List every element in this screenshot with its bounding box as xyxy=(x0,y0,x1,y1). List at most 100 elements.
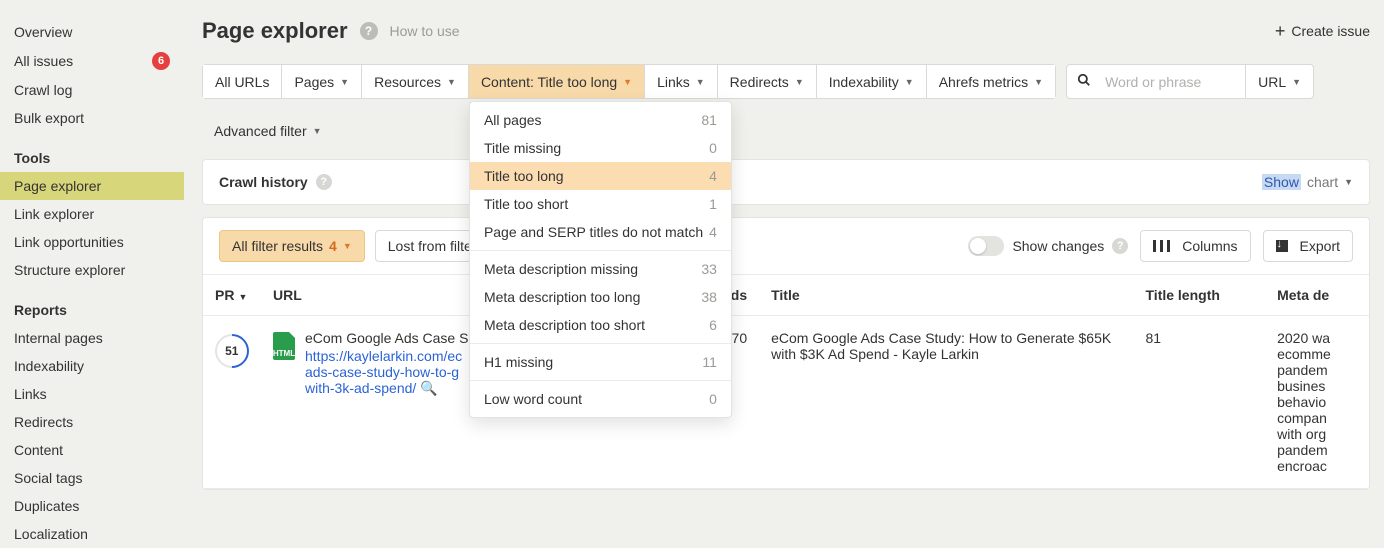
nav-links[interactable]: Links xyxy=(0,380,184,408)
filter-pages[interactable]: Pages▼ xyxy=(282,65,362,98)
show-changes-toggle[interactable]: Show changes ? xyxy=(968,236,1128,256)
dd-meta-too-short[interactable]: Meta description too short 6 xyxy=(470,311,731,339)
show-label: Show xyxy=(1262,174,1301,190)
nav-label: Internal pages xyxy=(14,330,103,346)
col-pr[interactable]: PR▼ xyxy=(203,275,261,316)
nav-label: Duplicates xyxy=(14,498,79,514)
dd-meta-missing[interactable]: Meta description missing33 xyxy=(470,255,731,283)
row-title-length: 81 xyxy=(1134,316,1266,489)
dd-count: 33 xyxy=(701,261,717,277)
results-table: PR▼ URL o. of content words Title Title … xyxy=(203,274,1369,489)
all-filter-results-chip[interactable]: All filter results 4 ▼ xyxy=(219,230,365,262)
chevron-down-icon: ▼ xyxy=(340,77,349,87)
columns-button[interactable]: Columns xyxy=(1140,230,1250,262)
filter-all-urls[interactable]: All URLs xyxy=(203,65,282,98)
row-url[interactable]: https://kaylelarkin.com/ec ads-case-stud… xyxy=(305,348,468,397)
chevron-down-icon: ▼ xyxy=(623,77,632,87)
dd-meta-too-long[interactable]: Meta description too long38 xyxy=(470,283,731,311)
dd-h1-missing[interactable]: H1 missing 11 xyxy=(470,348,731,376)
dd-count: 11 xyxy=(702,354,717,370)
export-button[interactable]: Export xyxy=(1263,230,1353,262)
nav-label: Overview xyxy=(14,24,72,40)
nav-overview[interactable]: Overview xyxy=(0,18,184,46)
dd-all-pages[interactable]: All pages 81 xyxy=(470,106,731,134)
filter-indexability[interactable]: Indexability▼ xyxy=(817,65,927,98)
nav-social-tags[interactable]: Social tags xyxy=(0,464,184,492)
create-issue-button[interactable]: + Create issue xyxy=(1275,22,1370,40)
help-icon[interactable]: ? xyxy=(316,174,332,190)
chevron-down-icon: ▼ xyxy=(795,77,804,87)
col-title-length[interactable]: Title length xyxy=(1134,275,1266,316)
nav-internal-pages[interactable]: Internal pages xyxy=(0,324,184,352)
nav-crawl-log[interactable]: Crawl log xyxy=(0,76,184,104)
search-scope-url[interactable]: URL▼ xyxy=(1245,65,1313,98)
nav-label: Links xyxy=(14,386,47,402)
filter-resources[interactable]: Resources▼ xyxy=(362,65,469,98)
columns-icon xyxy=(1153,240,1170,252)
dd-label: Title too short xyxy=(484,196,568,212)
dd-title-missing[interactable]: Title missing0 xyxy=(470,134,731,162)
dd-separator xyxy=(470,380,731,381)
url-text: https://kaylelarkin.com/ec ads-case-stud… xyxy=(305,348,462,396)
nav-all-issues[interactable]: All issues 6 xyxy=(0,46,184,76)
url-label: URL xyxy=(1258,74,1286,90)
toggle-switch[interactable] xyxy=(968,236,1004,256)
advanced-filter[interactable]: Advanced filter ▼ xyxy=(202,115,334,147)
nav-localization[interactable]: Localization xyxy=(0,520,184,548)
search-group: URL▼ xyxy=(1066,64,1314,99)
dd-serp-mismatch[interactable]: Page and SERP titles do not match4 xyxy=(470,218,731,246)
dd-label: Meta description too short xyxy=(484,317,645,333)
search-icon xyxy=(1067,65,1095,98)
dd-low-word-count[interactable]: Low word count0 xyxy=(470,385,731,413)
issues-badge: 6 xyxy=(152,52,170,70)
chevron-down-icon: ▼ xyxy=(696,77,705,87)
col-label: URL xyxy=(273,287,302,303)
nav-page-explorer[interactable]: Page explorer xyxy=(0,172,184,200)
how-to-use-link[interactable]: How to use xyxy=(390,23,460,39)
table-row[interactable]: 51 HTML eCom Google Ads Case S https://k… xyxy=(203,316,1369,489)
nav-indexability[interactable]: Indexability xyxy=(0,352,184,380)
search-input[interactable] xyxy=(1095,65,1245,98)
col-meta[interactable]: Meta de xyxy=(1265,275,1369,316)
filter-label: All URLs xyxy=(215,74,269,90)
nav-link-explorer[interactable]: Link explorer xyxy=(0,200,184,228)
chevron-down-icon: ▼ xyxy=(313,126,322,136)
dd-count: 4 xyxy=(709,224,717,240)
crawl-history-label: Crawl history xyxy=(219,174,308,190)
dd-title-too-short[interactable]: Title too short1 xyxy=(470,190,731,218)
nav-content[interactable]: Content xyxy=(0,436,184,464)
dd-separator xyxy=(470,250,731,251)
nav-label: Bulk export xyxy=(14,110,84,126)
dd-count: 0 xyxy=(709,140,717,156)
nav-label: Structure explorer xyxy=(14,262,125,278)
nav-link-opportunities[interactable]: Link opportunities xyxy=(0,228,184,256)
dd-label: All pages xyxy=(484,112,542,128)
nav-redirects[interactable]: Redirects xyxy=(0,408,184,436)
nav-label: Indexability xyxy=(14,358,84,374)
col-label: Meta de xyxy=(1277,287,1329,303)
dd-label: Low word count xyxy=(484,391,582,407)
chevron-down-icon: ▼ xyxy=(1344,177,1353,187)
dd-label: H1 missing xyxy=(484,354,553,370)
filter-content[interactable]: Content: Title too long ▼ All pages81 Ti… xyxy=(469,65,645,98)
help-icon[interactable]: ? xyxy=(1112,238,1128,254)
dd-title-too-long[interactable]: Title too long4 xyxy=(470,162,731,190)
nav-label: Link explorer xyxy=(14,206,94,222)
filter-label: Ahrefs metrics xyxy=(939,74,1028,90)
filter-links[interactable]: Links▼ xyxy=(645,65,718,98)
help-icon[interactable]: ? xyxy=(360,22,378,40)
inspect-icon[interactable]: 🔍 xyxy=(420,380,437,396)
results-panel: All filter results 4 ▼ Lost from filter … xyxy=(202,217,1370,490)
nav-bulk-export[interactable]: Bulk export xyxy=(0,104,184,132)
dd-count: 6 xyxy=(709,317,717,333)
filter-bar: All URLs Pages▼ Resources▼ Content: Titl… xyxy=(202,64,1370,107)
dd-count: 81 xyxy=(701,112,717,128)
col-title[interactable]: Title xyxy=(759,275,1133,316)
chip-count: 4 xyxy=(329,238,337,254)
filter-redirects[interactable]: Redirects▼ xyxy=(718,65,817,98)
show-chart-toggle[interactable]: Show chart ▼ xyxy=(1262,174,1353,190)
nav-duplicates[interactable]: Duplicates xyxy=(0,492,184,520)
filter-ahrefs[interactable]: Ahrefs metrics▼ xyxy=(927,65,1055,98)
pr-score: 51 xyxy=(208,327,256,375)
nav-structure-explorer[interactable]: Structure explorer xyxy=(0,256,184,284)
